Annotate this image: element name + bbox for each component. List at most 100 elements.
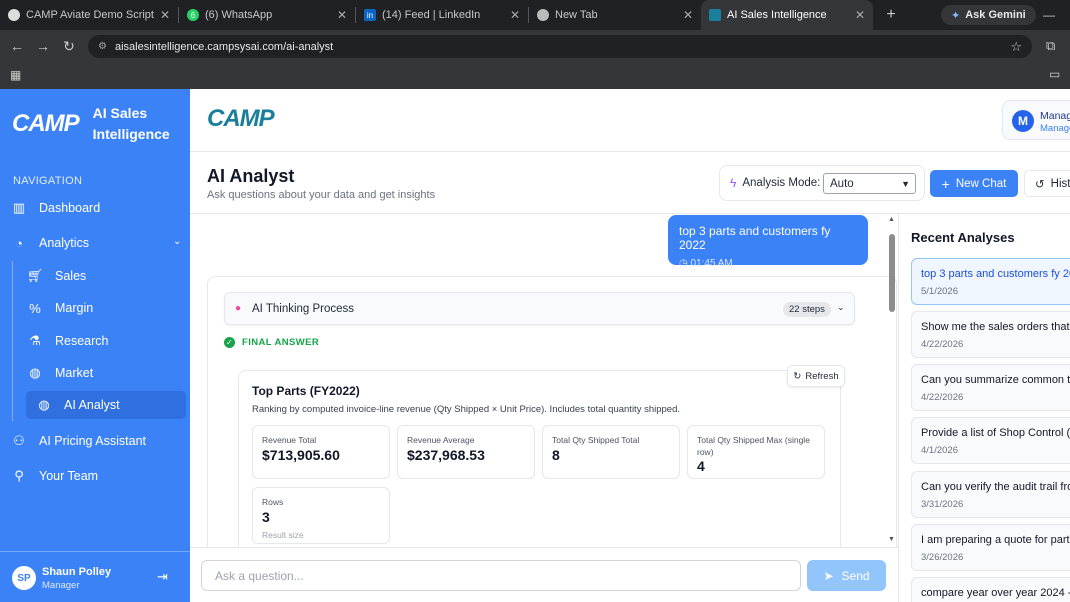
steps-badge: 22 steps	[783, 302, 831, 317]
folder-icon[interactable]: ▭	[1049, 67, 1060, 81]
users-icon: ⚇	[13, 433, 25, 448]
nav-heading: NAVIGATION	[13, 175, 83, 187]
sidebar-item-dashboard[interactable]: ▥ Dashboard	[10, 194, 100, 222]
sidebar-item-margin[interactable]: % Margin	[26, 294, 93, 322]
flask-icon: ⚗	[29, 333, 41, 348]
bolt-icon: ϟ	[730, 176, 737, 190]
chevron-down-icon: ⌄	[837, 302, 845, 312]
browser-tab[interactable]: CAMP Aviate Demo Script and ✕	[0, 0, 178, 30]
check-icon: ✓	[224, 337, 235, 348]
recent-item[interactable]: compare year over year 2024 - ...	[911, 577, 1070, 602]
assistant-answer: ● AI Thinking Process 22 steps ⌄ ✓ FINAL…	[207, 276, 897, 547]
whatsapp-icon: 6	[187, 9, 199, 21]
sidebar-item-analytics[interactable]: ◔ Analytics	[10, 229, 89, 257]
new-chat-button[interactable]: + New Chat	[930, 170, 1018, 197]
chevron-down-icon[interactable]: ⌄	[173, 236, 181, 247]
logout-icon[interactable]: ⇥	[157, 569, 168, 585]
metric-card: Total Qty Shipped Total 8	[542, 425, 680, 479]
history-button[interactable]: ↺ Hist	[1024, 170, 1070, 197]
send-button[interactable]: ➤ Send	[807, 560, 886, 591]
sidebar-item-sales[interactable]: 🛒︎ Sales	[26, 262, 87, 290]
sidebar-item-your-team[interactable]: ⚲ Your Team	[10, 462, 98, 490]
percent-icon: %	[29, 300, 41, 316]
refresh-button[interactable]: ↻ Refresh	[787, 365, 845, 387]
globe-icon: ◍	[29, 365, 41, 380]
recent-item[interactable]: Provide a list of Shop Control (... 4/1/2…	[911, 417, 1070, 464]
site-info-icon[interactable]: ⚙	[98, 41, 107, 52]
bookmark-star-icon[interactable]: ☆	[1010, 39, 1022, 55]
close-icon[interactable]: ✕	[855, 8, 865, 22]
submenu-line	[12, 261, 13, 421]
sidebar-item-research[interactable]: ⚗ Research	[26, 327, 108, 355]
avatar: M	[1012, 110, 1034, 132]
chat-scrollbar[interactable]: ▲ ▼	[886, 214, 898, 547]
address-bar: ← → ↻ ⚙ aisalesintelligence.campsysai.co…	[0, 30, 1070, 62]
globe-icon: ◍	[38, 397, 50, 412]
plus-icon: +	[941, 175, 950, 192]
user-menu[interactable]: M Manag Manage	[1002, 100, 1070, 140]
avatar: SP	[12, 566, 36, 590]
scroll-down-icon[interactable]: ▼	[888, 536, 895, 543]
camp-logo: CAMP	[207, 105, 275, 132]
forward-icon[interactable]: →	[30, 38, 56, 54]
recent-analyses-panel: Recent Analyses top 3 parts and customer…	[898, 214, 1070, 602]
url-field[interactable]: ⚙ aisalesintelligence.campsysai.com/ai-a…	[88, 35, 1032, 58]
user-role: Manager	[42, 580, 80, 591]
result-card: ↻ Refresh Top Parts (FY2022) Ranking by …	[238, 365, 845, 547]
history-icon: ↺	[1035, 178, 1045, 191]
metric-card: Total Qty Shipped Max (single row) 4	[687, 425, 825, 479]
user-name: Shaun Polley	[42, 566, 112, 578]
ask-gemini-button[interactable]: ✦ Ask Gemini	[941, 5, 1036, 25]
sidebar-item-market[interactable]: ◍ Market	[26, 359, 93, 387]
question-input[interactable]: Ask a question...	[201, 560, 801, 591]
browser-tab-active[interactable]: AI Sales Intelligence ✕	[701, 0, 873, 30]
user-icon: ⚲	[14, 468, 24, 483]
close-icon[interactable]: ✕	[337, 8, 347, 22]
browser-tab-bar: CAMP Aviate Demo Script and ✕ 6 (6) What…	[0, 0, 1070, 30]
new-tab-button[interactable]: +	[881, 6, 901, 24]
user-role: Manage	[1040, 123, 1070, 134]
app: CAMP AI Sales Intelligence NAVIGATION ▥ …	[0, 89, 1070, 602]
chart-icon: ▥	[12, 200, 26, 215]
browser-tab[interactable]: 6 (6) WhatsApp ✕	[179, 0, 355, 30]
main: CAMP M Manag Manage AI Analyst Ask quest…	[190, 89, 1070, 602]
recent-item[interactable]: top 3 parts and customers fy 20 5/1/2026	[911, 258, 1070, 305]
recent-item[interactable]: Show me the sales orders that l... 4/22/2…	[911, 311, 1070, 358]
close-icon[interactable]: ✕	[160, 8, 170, 22]
metric-card: Revenue Total $713,905.60	[252, 425, 390, 479]
scrollbar-thumb[interactable]	[889, 234, 895, 312]
minimize-button[interactable]: —	[1043, 8, 1055, 22]
cart-icon: 🛒︎	[26, 268, 44, 283]
recent-item[interactable]: Can you verify the audit trail fro... 3/3…	[911, 471, 1070, 518]
app-title: AI Sales Intelligence	[92, 105, 170, 142]
reload-icon[interactable]: ↻	[56, 38, 82, 55]
card-title: Top Parts (FY2022)	[252, 384, 360, 398]
page-header: AI Analyst Ask questions about your data…	[190, 152, 1070, 214]
extensions-icon[interactable]: ⧉	[1046, 38, 1055, 54]
bookmarks-bar: ▦ ▭	[0, 62, 1070, 89]
chat-input-bar: Ask a question... ➤ Send	[190, 547, 898, 602]
apps-grid-icon[interactable]: ▦	[10, 68, 21, 82]
recent-item[interactable]: Can you summarize common te... 4/22/2026	[911, 364, 1070, 411]
sidebar: CAMP AI Sales Intelligence NAVIGATION ▥ …	[0, 89, 190, 602]
scroll-up-icon[interactable]: ▲	[888, 216, 895, 223]
sidebar-item-ai-analyst[interactable]: ◍ AI Analyst	[26, 391, 186, 419]
sidebar-item-ai-pricing-assistant[interactable]: ⚇ AI Pricing Assistant	[10, 427, 146, 455]
recent-title: Recent Analyses	[911, 230, 1015, 245]
camp-icon	[709, 9, 721, 21]
browser-tab[interactable]: in (14) Feed | LinkedIn ✕	[356, 0, 528, 30]
analysis-mode-select[interactable]: Auto ▼	[823, 173, 916, 194]
card-subtitle: Ranking by computed invoice-line revenue…	[252, 404, 681, 415]
back-icon[interactable]: ←	[4, 38, 30, 54]
brand: CAMP AI Sales Intelligence	[12, 103, 170, 145]
close-icon[interactable]: ✕	[683, 8, 693, 22]
close-icon[interactable]: ✕	[510, 8, 520, 22]
recent-item[interactable]: I am preparing a quote for part ... 3/26/…	[911, 524, 1070, 571]
user-message: top 3 parts and customers fy 2022 ◷ 01:4…	[668, 215, 868, 269]
browser-tab[interactable]: New Tab ✕	[529, 0, 701, 30]
metric-card: Revenue Average $237,968.53	[397, 425, 535, 479]
refresh-icon: ↻	[793, 370, 802, 382]
linkedin-icon: in	[364, 9, 376, 21]
page-title: AI Analyst	[207, 166, 295, 186]
thinking-process-toggle[interactable]: ● AI Thinking Process 22 steps ⌄	[224, 292, 855, 325]
